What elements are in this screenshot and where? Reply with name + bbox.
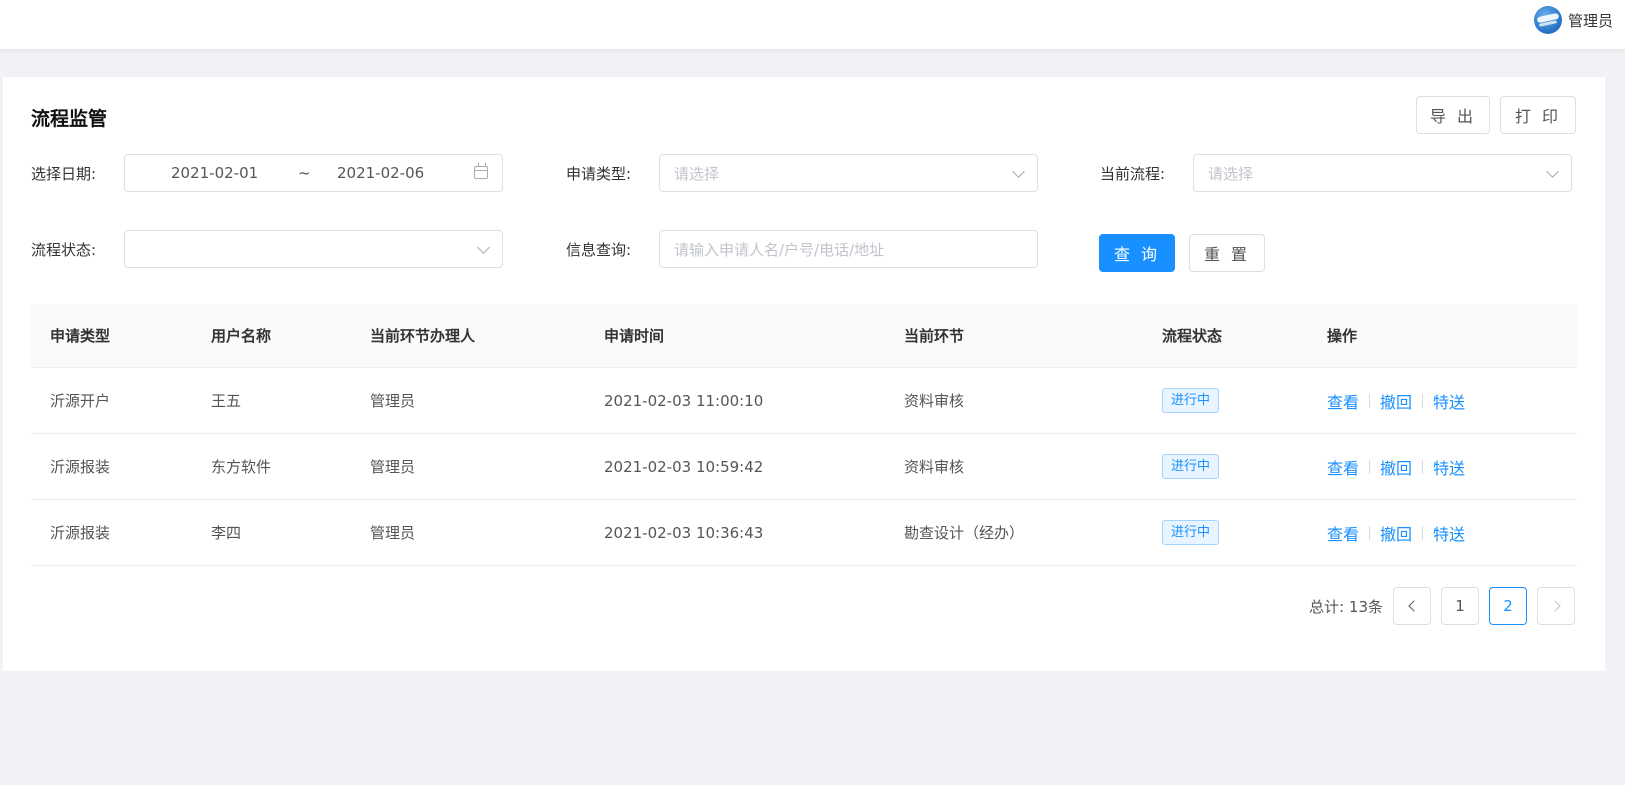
export-button[interactable]: 导 出 — [1416, 96, 1490, 134]
chevron-down-icon — [1546, 165, 1559, 178]
view-link[interactable]: 查看 — [1327, 521, 1359, 545]
info-query-label: 信息查询: — [566, 240, 632, 259]
cell-user: 东方软件 — [211, 458, 272, 476]
info-query-placeholder: 请输入申请人名/户号/电话/地址 — [674, 240, 885, 259]
row-actions: 查看 撤回 特送 — [1327, 521, 1465, 545]
apply-type-placeholder: 请选择 — [674, 164, 720, 183]
table-row: 沂源报装 李四 管理员 2021-02-03 10:36:43 勘查设计（经办）… — [31, 500, 1577, 566]
chevron-left-icon — [1407, 600, 1420, 612]
cell-type: 沂源报装 — [50, 458, 111, 476]
current-flow-select[interactable]: 请选择 — [1193, 154, 1572, 192]
column-header: 当前环节办理人 — [370, 327, 476, 345]
cell-time: 2021-02-03 10:59:42 — [604, 457, 764, 476]
status-tag: 进行中 — [1162, 388, 1220, 413]
status-tag: 进行中 — [1162, 454, 1220, 479]
divider — [1369, 459, 1371, 474]
page-title: 流程监管 — [31, 108, 108, 130]
prev-page-button[interactable] — [1393, 587, 1431, 625]
next-page-button[interactable] — [1537, 587, 1575, 625]
chevron-down-icon — [477, 241, 490, 254]
divider — [1369, 393, 1371, 408]
row-actions: 查看 撤回 特送 — [1327, 389, 1465, 413]
cell-step: 资料审核 — [904, 392, 965, 410]
user-menu[interactable]: 管理员 — [1533, 5, 1613, 35]
column-header: 当前环节 — [904, 327, 965, 345]
flow-status-select[interactable] — [124, 230, 503, 268]
date-range-picker[interactable]: 2021-02-01 ~ 2021-02-06 — [124, 154, 503, 192]
cell-time: 2021-02-03 10:36:43 — [604, 523, 764, 542]
date-label: 选择日期: — [31, 164, 97, 183]
cell-time: 2021-02-03 11:00:10 — [604, 391, 764, 410]
table-row: 沂源报装 东方软件 管理员 2021-02-03 10:59:42 资料审核 进… — [31, 434, 1577, 500]
search-button[interactable]: 查 询 — [1099, 234, 1175, 272]
column-header: 申请类型 — [50, 327, 111, 345]
user-name[interactable]: 管理员 — [1568, 10, 1613, 31]
chevron-right-icon — [1548, 600, 1561, 612]
cell-handler: 管理员 — [370, 524, 416, 542]
apply-type-select[interactable]: 请选择 — [659, 154, 1038, 192]
divider — [1422, 459, 1424, 474]
calendar-icon[interactable] — [474, 163, 488, 179]
cell-user: 李四 — [211, 524, 242, 542]
current-flow-placeholder: 请选择 — [1208, 164, 1254, 183]
forward-link[interactable]: 特送 — [1433, 455, 1465, 479]
row-actions: 查看 撤回 特送 — [1327, 455, 1465, 479]
cell-type: 沂源报装 — [50, 524, 111, 542]
cell-handler: 管理员 — [370, 392, 416, 410]
view-link[interactable]: 查看 — [1327, 455, 1359, 479]
view-link[interactable]: 查看 — [1327, 389, 1359, 413]
total-count: 总计: 13条 — [1309, 597, 1383, 616]
process-table: 申请类型 用户名称 当前环节办理人 申请时间 当前环节 流程状态 操作 沂源开户… — [31, 304, 1577, 566]
current-flow-label: 当前流程: — [1100, 164, 1166, 183]
cell-step: 资料审核 — [904, 458, 965, 476]
divider — [1422, 393, 1424, 408]
status-badge: 进行中 — [1162, 520, 1220, 545]
apply-type-label: 申请类型: — [566, 164, 632, 183]
divider — [1369, 525, 1371, 540]
cell-handler: 管理员 — [370, 458, 416, 476]
info-query-input[interactable]: 请输入申请人名/户号/电话/地址 — [659, 230, 1038, 268]
column-header: 申请时间 — [604, 327, 665, 345]
page-button-1[interactable]: 1 — [1441, 587, 1479, 625]
date-start[interactable]: 2021-02-01 — [171, 164, 258, 182]
forward-link[interactable]: 特送 — [1433, 389, 1465, 413]
forward-link[interactable]: 特送 — [1433, 521, 1465, 545]
date-end[interactable]: 2021-02-06 — [337, 164, 424, 182]
cell-user: 王五 — [211, 392, 242, 410]
revoke-link[interactable]: 撤回 — [1380, 521, 1412, 545]
cell-step: 勘查设计（经办） — [904, 524, 1025, 542]
column-header: 用户名称 — [211, 327, 272, 345]
chevron-down-icon — [1012, 165, 1025, 178]
flow-status-label: 流程状态: — [31, 240, 97, 259]
revoke-link[interactable]: 撤回 — [1380, 455, 1412, 479]
reset-button[interactable]: 重 置 — [1189, 234, 1265, 272]
divider — [1422, 525, 1424, 540]
print-button[interactable]: 打 印 — [1500, 96, 1576, 134]
page-button-2[interactable]: 2 — [1489, 587, 1527, 625]
column-header: 流程状态 — [1162, 327, 1223, 345]
top-bar: 管理员 — [0, 0, 1625, 49]
status-tag: 进行中 — [1162, 520, 1220, 545]
table-header: 申请类型 用户名称 当前环节办理人 申请时间 当前环节 流程状态 操作 — [31, 304, 1577, 368]
status-badge: 进行中 — [1162, 454, 1220, 479]
column-header: 操作 — [1327, 327, 1358, 345]
avatar[interactable] — [1533, 6, 1562, 34]
date-separator: ~ — [298, 164, 311, 182]
main-card: 流程监管 导 出 打 印 选择日期: 2021-02-01 ~ 2021-02-… — [3, 77, 1605, 671]
pagination: 总计: 13条 1 2 — [1309, 587, 1575, 625]
status-badge: 进行中 — [1162, 388, 1220, 413]
table-row: 沂源开户 王五 管理员 2021-02-03 11:00:10 资料审核 进行中… — [31, 368, 1577, 434]
revoke-link[interactable]: 撤回 — [1380, 389, 1412, 413]
cell-type: 沂源开户 — [50, 392, 111, 410]
